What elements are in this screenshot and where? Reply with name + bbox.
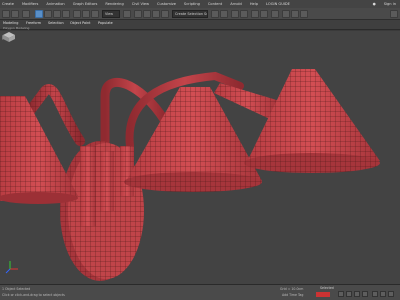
ribbon-tab-populate[interactable]: Populate (98, 21, 113, 25)
menu-civil-view[interactable]: Civil View (132, 2, 149, 6)
menu-graph-editors[interactable]: Graph Editors (73, 2, 98, 6)
perspective-viewport[interactable]: [+] (0, 31, 400, 284)
status-selection-count: 1 Object Selected (2, 287, 31, 291)
snap-toggle-icon[interactable] (134, 10, 142, 18)
render-frame-icon[interactable] (291, 10, 299, 18)
named-selection-set[interactable]: Create Selection Se (172, 10, 208, 18)
move-icon[interactable] (73, 10, 81, 18)
curve-editor-icon[interactable] (251, 10, 259, 18)
menu-customize[interactable]: Customize (157, 2, 176, 6)
menu-rendering[interactable]: Rendering (105, 2, 123, 6)
menu-scripting[interactable]: Scripting (184, 2, 200, 6)
undo-icon[interactable] (2, 10, 10, 18)
angle-snap-icon[interactable] (143, 10, 151, 18)
rect-selection-icon[interactable] (53, 10, 61, 18)
render-icon[interactable] (300, 10, 308, 18)
ribbon-tab-modeling[interactable]: Modeling (3, 21, 18, 25)
play-icon[interactable] (354, 291, 360, 297)
window-crossing-icon[interactable] (62, 10, 70, 18)
user-icon[interactable]: ● (373, 2, 376, 6)
link-icon[interactable] (22, 10, 30, 18)
status-grid: Grid = 10.0cm (280, 287, 304, 291)
menu-create[interactable]: Create (2, 2, 14, 6)
render-setup-icon[interactable] (282, 10, 290, 18)
schematic-view-icon[interactable] (260, 10, 268, 18)
expand-icon[interactable] (390, 10, 398, 18)
percent-snap-icon[interactable] (152, 10, 160, 18)
align-icon[interactable] (220, 10, 228, 18)
spinner-snap-icon[interactable] (161, 10, 169, 18)
status-add-time-tag[interactable]: Add Time Tag (282, 293, 303, 297)
status-prompt: Click or click-and-drag to select object… (2, 293, 65, 297)
viewcube-icon[interactable] (0, 31, 18, 43)
layer-explorer-icon[interactable] (231, 10, 239, 18)
menu-login-guide[interactable]: LOGIN GUIDE (266, 2, 290, 6)
zoom-icon[interactable] (372, 291, 378, 297)
material-editor-icon[interactable] (271, 10, 279, 18)
next-frame-icon[interactable] (362, 291, 368, 297)
pan-icon[interactable] (380, 291, 386, 297)
redo-icon[interactable] (11, 10, 19, 18)
menu-bar: Create Modifiers Animation Graph Editors… (0, 0, 400, 8)
reference-coord-dropdown[interactable]: View (102, 10, 120, 18)
ribbon-tab-selection[interactable]: Selection (48, 21, 64, 25)
mesh-render (0, 69, 380, 281)
orbit-icon[interactable] (388, 291, 394, 297)
menu-help[interactable]: Help (250, 2, 258, 6)
menu-content[interactable]: Content (208, 2, 222, 6)
ribbon-tab-object-paint[interactable]: Object Paint (70, 21, 91, 25)
mirror-icon[interactable] (211, 10, 219, 18)
ribbon-sub-label: Polygon Modeling (3, 25, 30, 30)
select-object-icon[interactable] (35, 10, 43, 18)
rotate-icon[interactable] (82, 10, 90, 18)
ribbon: Modeling Freeform Selection Object Paint… (0, 20, 400, 30)
ribbon-tab-freeform[interactable]: Freeform (26, 21, 41, 25)
pivot-icon[interactable] (123, 10, 131, 18)
scale-icon[interactable] (91, 10, 99, 18)
goto-start-icon[interactable] (338, 291, 344, 297)
select-by-name-icon[interactable] (44, 10, 52, 18)
prev-frame-icon[interactable] (346, 291, 352, 297)
menu-animation[interactable]: Animation (46, 2, 64, 6)
menu-right: ● Sign in (373, 2, 396, 6)
sign-in-link[interactable]: Sign in (384, 2, 396, 6)
menu-arnold[interactable]: Arnold (230, 2, 242, 6)
status-bar: 1 Object Selected Click or click-and-dra… (0, 284, 400, 300)
axis-tripod (5, 261, 18, 274)
auto-key-button[interactable] (316, 292, 330, 297)
menu-modifiers[interactable]: Modifiers (22, 2, 38, 6)
selected-dropdown[interactable]: Selected (320, 286, 334, 290)
scene-explorer-icon[interactable] (240, 10, 248, 18)
main-toolbar: View Create Selection Se (0, 8, 400, 20)
